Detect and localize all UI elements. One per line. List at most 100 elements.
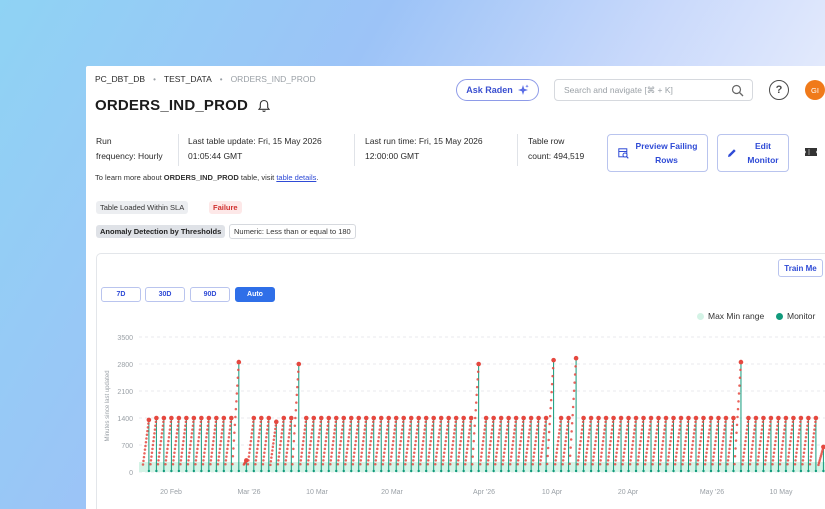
peak-point bbox=[468, 415, 474, 421]
x-tick-label: 10 Mar bbox=[306, 489, 328, 496]
failure-point bbox=[636, 463, 639, 466]
train-me-button[interactable]: Train Me bbox=[778, 259, 823, 277]
peak-point bbox=[723, 415, 729, 421]
peak-point bbox=[581, 415, 586, 421]
ask-raden-button[interactable]: Ask Raden bbox=[456, 79, 539, 101]
failure-point bbox=[181, 443, 185, 447]
rule-badge: Numeric: Less than or equal to 180 bbox=[229, 224, 356, 239]
failure-point bbox=[719, 459, 722, 462]
failure-point bbox=[677, 432, 681, 435]
failure-point bbox=[767, 432, 771, 435]
failure-point bbox=[511, 443, 514, 447]
peak-point bbox=[611, 415, 616, 421]
failure-point bbox=[498, 424, 502, 427]
range-30d-button[interactable]: 30D bbox=[145, 287, 185, 302]
failure-point bbox=[733, 462, 736, 466]
failure-point bbox=[459, 439, 462, 443]
failure-point bbox=[586, 443, 589, 447]
failure-point bbox=[146, 429, 149, 433]
ticket-icon[interactable] bbox=[804, 146, 818, 158]
failure-point bbox=[182, 436, 186, 439]
failure-point bbox=[568, 462, 571, 466]
failure-point bbox=[195, 455, 198, 458]
failure-point bbox=[188, 451, 191, 454]
failure-point bbox=[570, 421, 574, 425]
failure-point bbox=[655, 432, 658, 435]
failure-point bbox=[255, 451, 259, 454]
failure-point bbox=[549, 406, 552, 410]
failure-point bbox=[261, 463, 265, 466]
failure-point bbox=[750, 451, 753, 454]
failure-point bbox=[812, 432, 816, 435]
failure-point bbox=[428, 443, 432, 447]
failure-point bbox=[632, 436, 635, 439]
failure-point bbox=[325, 436, 328, 439]
failure-point bbox=[524, 455, 528, 458]
edit-monitor-button[interactable]: Edit Monitor bbox=[717, 134, 789, 172]
peak-point bbox=[551, 357, 556, 363]
failure-point bbox=[686, 424, 689, 427]
failure-point bbox=[616, 439, 620, 443]
failure-point bbox=[258, 432, 261, 435]
failure-point bbox=[721, 439, 725, 443]
failure-point bbox=[554, 459, 557, 462]
failure-point bbox=[576, 463, 579, 466]
failure-point bbox=[708, 428, 711, 431]
failure-point bbox=[296, 385, 299, 389]
failure-point bbox=[385, 432, 388, 435]
failure-point bbox=[565, 428, 569, 431]
failure-point bbox=[759, 439, 762, 443]
search-input[interactable]: Search and navigate [⌘ + K] bbox=[554, 79, 753, 101]
failure-point bbox=[150, 455, 153, 458]
failure-point bbox=[399, 443, 402, 447]
table-details-link[interactable]: table details bbox=[276, 173, 316, 182]
failure-point bbox=[405, 455, 408, 458]
failure-point bbox=[518, 447, 521, 451]
failure-point bbox=[497, 432, 501, 435]
failure-point bbox=[751, 443, 754, 447]
failure-point bbox=[783, 424, 787, 427]
failure-point bbox=[463, 463, 467, 466]
failure-point bbox=[392, 439, 395, 443]
failure-point bbox=[570, 430, 573, 433]
monitor-point bbox=[177, 469, 181, 473]
failure-point bbox=[277, 455, 281, 458]
failure-point bbox=[338, 451, 341, 454]
failure-point bbox=[527, 432, 531, 435]
help-button[interactable]: ? bbox=[769, 80, 789, 100]
failure-point bbox=[366, 463, 370, 466]
failure-point bbox=[376, 447, 379, 451]
failure-point bbox=[220, 436, 223, 439]
range-7d-button[interactable]: 7D bbox=[101, 287, 141, 302]
breadcrumb-database[interactable]: PC_DBT_DB bbox=[95, 74, 145, 84]
range-auto-button[interactable]: Auto bbox=[235, 287, 275, 302]
monitor-point bbox=[769, 469, 773, 473]
failure-point bbox=[142, 455, 146, 459]
preview-failing-rows-button[interactable]: Preview Failing Rows bbox=[607, 134, 708, 172]
failure-point bbox=[787, 451, 791, 454]
failure-point bbox=[618, 424, 622, 427]
failure-point bbox=[772, 455, 775, 458]
failure-point bbox=[457, 451, 461, 454]
failure-point bbox=[385, 428, 389, 431]
range-90d-button[interactable]: 90D bbox=[190, 287, 230, 302]
failure-point bbox=[636, 459, 640, 462]
failure-point bbox=[735, 431, 738, 434]
breadcrumb-schema[interactable]: TEST_DATA bbox=[164, 74, 212, 84]
failure-point bbox=[353, 447, 357, 451]
monitor-point bbox=[664, 469, 668, 473]
failure-point bbox=[329, 459, 333, 462]
failure-point bbox=[273, 431, 277, 434]
failure-point bbox=[745, 432, 748, 435]
main-window: PC_DBT_DB • TEST_DATA • ORDERS_IND_PROD … bbox=[86, 66, 825, 509]
failure-point bbox=[563, 443, 567, 447]
edit-label-line1: Edit bbox=[754, 141, 772, 151]
bell-icon[interactable] bbox=[257, 99, 271, 113]
avatar[interactable]: GI bbox=[805, 80, 825, 100]
failure-point bbox=[594, 439, 597, 443]
failure-point bbox=[564, 439, 567, 443]
failure-point bbox=[408, 428, 411, 431]
failure-point bbox=[339, 439, 343, 443]
failure-point bbox=[368, 451, 371, 454]
failure-point bbox=[602, 432, 606, 435]
